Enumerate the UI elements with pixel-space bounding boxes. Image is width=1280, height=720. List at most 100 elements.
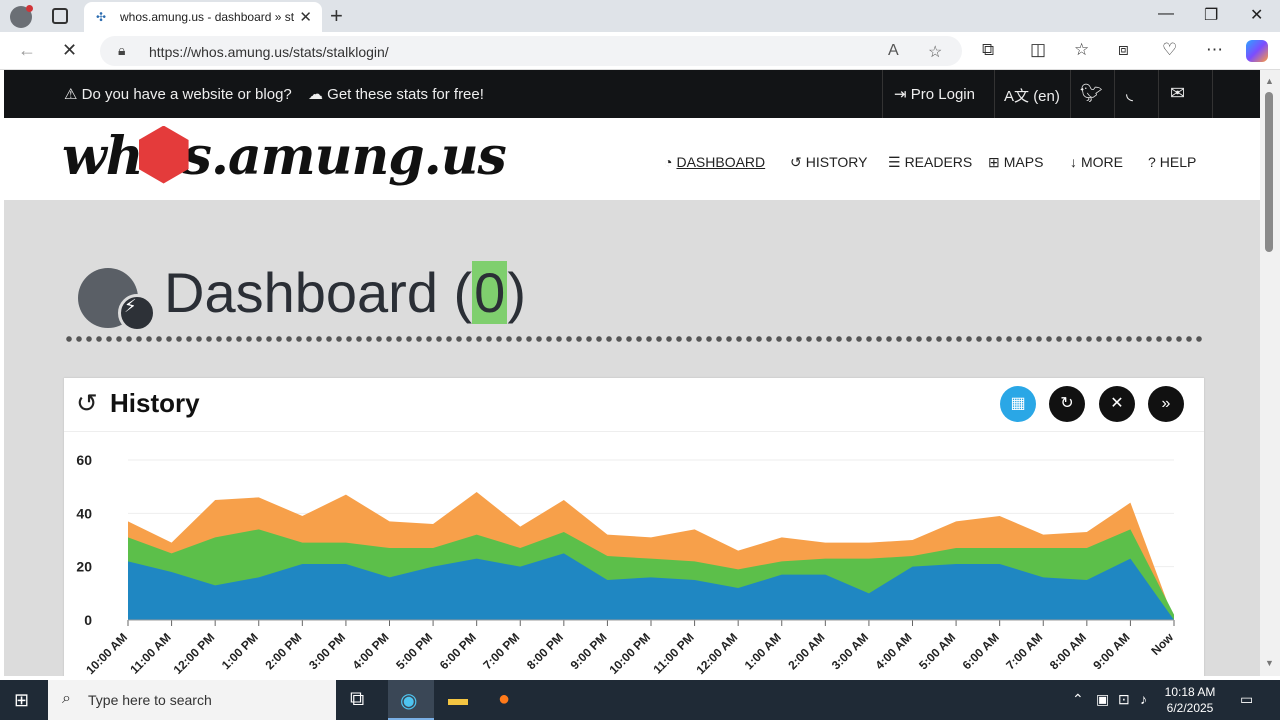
divider (1114, 70, 1115, 118)
scroll-up-icon[interactable]: ▲ (1265, 76, 1274, 86)
site-header: wh s.amung.us ◔ DASHBOARD ↺ HISTORY ☰ READER… (4, 118, 1260, 200)
x-tick-label: 10:00 AM (83, 630, 130, 676)
nav-dashboard[interactable]: ◔ DASHBOARD (664, 154, 765, 170)
url-field[interactable]: 🔒︎ https://whos.amung.us/stats/stalklogi… (100, 36, 962, 66)
browser-essentials-icon[interactable]: ♡ (1162, 40, 1177, 60)
minimize-icon[interactable]: — (1158, 5, 1174, 23)
divider (1158, 70, 1159, 118)
back-icon[interactable]: ← (18, 40, 36, 61)
dotted-divider (64, 336, 1204, 342)
arrow-down-icon: ↓ (1070, 154, 1077, 170)
rss-icon[interactable]: ◟ (1126, 83, 1133, 104)
x-tick-label: 7:00 AM (1003, 630, 1045, 672)
x-tick-label: 4:00 PM (350, 630, 392, 672)
nav-maps[interactable]: ⊞ MAPS (988, 154, 1043, 171)
collections-icon[interactable]: ⧈ (1118, 40, 1129, 60)
taskbar-search[interactable]: ⌕ Type here to search (48, 680, 336, 720)
site-logo[interactable]: wh s.amung.us (62, 125, 507, 190)
tab-actions-icon[interactable] (52, 8, 68, 24)
x-tick-label: 8:00 PM (524, 630, 566, 672)
cloud-download-icon: ☁ (308, 86, 323, 103)
favorites-icon[interactable]: ☆ (1074, 40, 1089, 60)
walker-logo-icon (138, 125, 189, 184)
x-tick-label: 12:00 PM (171, 630, 218, 676)
x-tick-label: 2:00 PM (262, 630, 304, 672)
translate-icon: A文 (1004, 88, 1030, 105)
y-tick-label: 60 (76, 452, 92, 468)
search-placeholder: Type here to search (88, 692, 212, 708)
x-tick-label: 11:00 PM (650, 630, 696, 676)
split-screen-icon[interactable]: ◫ (1030, 40, 1046, 60)
promo-link[interactable]: ☁ Get these stats for free! (308, 85, 484, 103)
x-tick-label: 5:00 AM (916, 630, 958, 672)
clock-date: 6/2/2025 (1166, 701, 1214, 715)
volume-icon[interactable]: ♪ (1140, 691, 1147, 707)
pro-login-link[interactable]: ⇥ Pro Login (894, 85, 975, 103)
copilot-icon[interactable] (1246, 40, 1268, 62)
search-icon: ⌕ (62, 690, 71, 707)
x-tick-label: 3:00 AM (829, 630, 871, 672)
x-tick-label: Now (1148, 630, 1176, 658)
firefox-icon[interactable]: ● (498, 688, 510, 711)
tray-chevron-icon[interactable]: ⌃ (1072, 691, 1084, 708)
clock-time: 10:18 AM (1164, 685, 1216, 699)
restore-icon[interactable]: ❐ (1204, 5, 1218, 25)
bolt-icon: ⚡︎ (124, 296, 137, 316)
nav-history[interactable]: ↺ HISTORY (790, 154, 867, 171)
history-card: ↺ History ▦ ↻ ✕ » 0 20 40 60 10:00 AM 11:00 A… (64, 378, 1204, 676)
forward-button[interactable]: » (1148, 386, 1184, 422)
taskbar-clock[interactable]: 10:18 AM 6/2/2025 (1160, 684, 1220, 716)
help-icon: ? (1148, 154, 1156, 170)
notifications-icon[interactable]: ▭ (1240, 691, 1253, 708)
lock-icon[interactable]: 🔒︎ (118, 42, 125, 59)
browser-tab-active[interactable]: ✣ whos.amung.us - dashboard » st ✕ (84, 2, 322, 32)
history-icon: ↺ (76, 388, 98, 418)
edge-icon[interactable]: ◉ (400, 688, 417, 713)
network-icon[interactable]: ⊡ (1118, 691, 1130, 708)
twitter-icon[interactable]: 🐦︎ (1080, 83, 1103, 104)
login-icon: ⇥ (894, 86, 907, 103)
x-tick-label: 7:00 PM (480, 630, 522, 672)
tab-favicon-icon: ✣ (96, 10, 107, 24)
nav-help[interactable]: ? HELP (1148, 154, 1196, 170)
y-tick-label: 0 (84, 612, 92, 628)
favorite-star-icon[interactable]: ☆ (928, 42, 942, 62)
history-chart: 0 20 40 60 10:00 AM 11:00 AM 12:00 PM 1:00 PM 2:… (64, 438, 1204, 676)
history-icon: ↺ (790, 154, 802, 170)
mute-button[interactable]: ✕ (1099, 386, 1135, 422)
address-bar-row: ← ✕ 🔒︎ https://whos.amung.us/stats/stalk… (0, 32, 1280, 70)
tab-close-icon[interactable]: ✕ (299, 8, 312, 26)
extensions-icon[interactable]: ⧉ (982, 40, 994, 60)
url-text: https://whos.amung.us/stats/stalklogin/ (149, 44, 389, 60)
settings-more-icon[interactable]: ⋯ (1206, 40, 1223, 60)
history-chart-svg: 020406010:00 AM11:00 AM12:00 PM 1:00 PM 2:… (76, 452, 1176, 676)
divider (1070, 70, 1071, 118)
windows-taskbar: ⊞ ⌕ Type here to search ⧉ ◉ ▬ ● ⌃ ▣ ⊡ ♪ … (0, 680, 1280, 720)
read-aloud-icon[interactable]: A (888, 42, 899, 60)
new-tab-button[interactable]: + (330, 3, 343, 29)
x-tick-label: 6:00 AM (960, 630, 1002, 672)
language-selector[interactable]: A文 (en) (1004, 85, 1060, 106)
mail-icon[interactable]: ✉ (1170, 83, 1185, 104)
x-tick-label: 9:00 PM (568, 630, 610, 672)
window-close-icon[interactable]: ✕ (1250, 5, 1263, 25)
history-title: History (110, 388, 200, 418)
page-scrollbar[interactable]: ▲ ▼ (1260, 70, 1280, 676)
scroll-down-icon[interactable]: ▼ (1265, 658, 1274, 668)
x-tick-label: 11:00 AM (127, 630, 173, 676)
x-tick-label: 2:00 AM (785, 630, 827, 672)
task-view-icon[interactable]: ⧉ (350, 688, 364, 711)
scroll-thumb[interactable] (1265, 92, 1273, 252)
calendar-button[interactable]: ▦ (1000, 386, 1036, 422)
windows-start-icon[interactable]: ⊞ (14, 690, 29, 711)
stop-loading-icon[interactable]: ✕ (62, 40, 77, 61)
x-tick-label: 6:00 PM (437, 630, 479, 672)
x-tick-label: 1:00 AM (742, 630, 784, 672)
file-explorer-icon[interactable]: ▬ (448, 688, 468, 711)
nav-readers[interactable]: ☰ READERS (888, 154, 972, 171)
divider (882, 70, 883, 118)
nav-more[interactable]: ↓ MORE (1070, 154, 1123, 170)
refresh-button[interactable]: ↻ (1049, 386, 1085, 422)
tab-title: whos.amung.us - dashboard » st (120, 10, 295, 24)
tray-device-icon[interactable]: ▣ (1096, 691, 1109, 708)
